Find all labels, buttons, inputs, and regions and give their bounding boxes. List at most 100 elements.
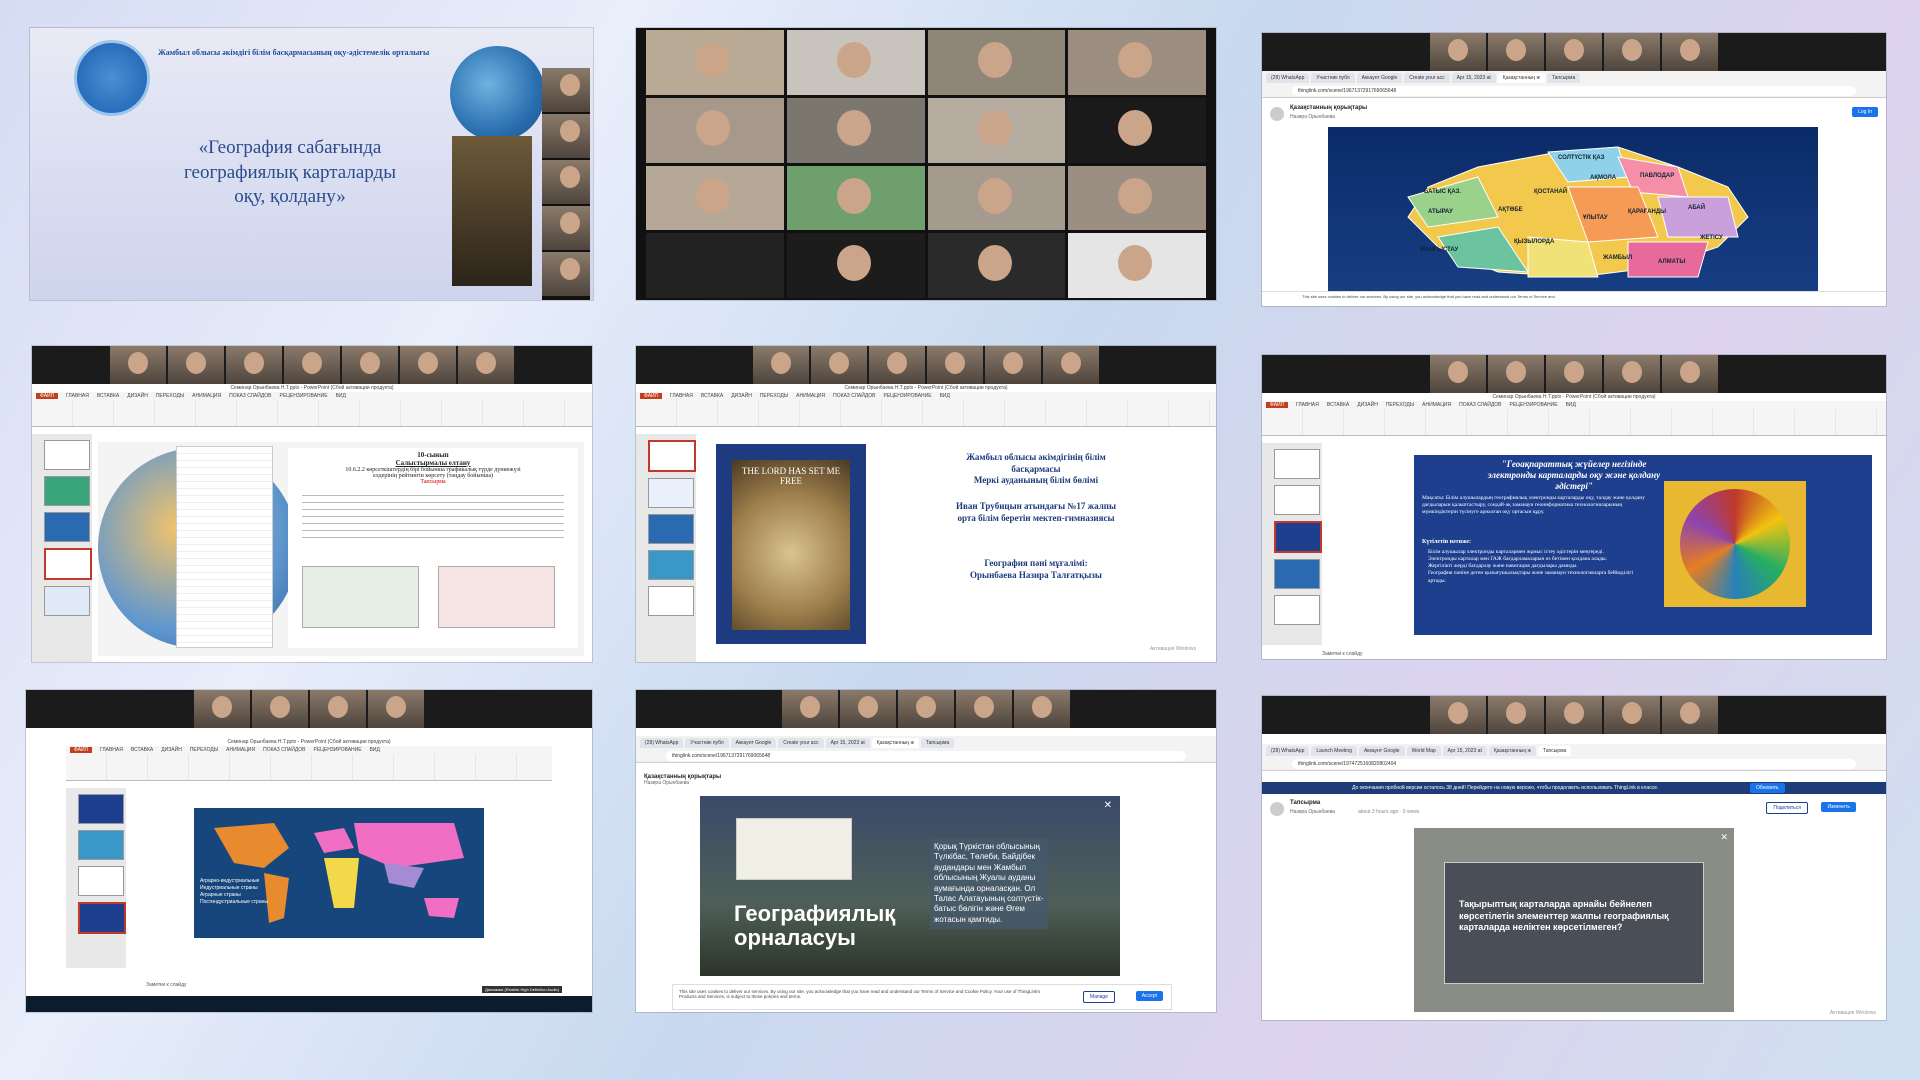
- browser-tab[interactable]: Аккаунт Google: [1356, 73, 1403, 83]
- slide-thumbnail[interactable]: [44, 476, 90, 506]
- slide-thumbnail[interactable]: [44, 440, 90, 470]
- close-icon[interactable]: ✕: [1104, 800, 1112, 811]
- login-button[interactable]: Log In: [1852, 107, 1878, 117]
- browser-tab[interactable]: Тапсырма: [920, 738, 955, 748]
- ppt-toolbar[interactable]: [636, 400, 1216, 426]
- menu-transitions[interactable]: ПЕРЕХОДЫ: [1386, 402, 1414, 408]
- menu-insert[interactable]: ВСТАВКА: [701, 393, 723, 399]
- menu-insert[interactable]: ВСТАВКА: [1327, 402, 1349, 408]
- menu-design[interactable]: ДИЗАЙН: [161, 747, 182, 753]
- browser-tab[interactable]: Участник публ: [685, 738, 729, 748]
- browser-tab[interactable]: (28) WhatsApp: [640, 738, 684, 748]
- video-tile: [1546, 696, 1602, 734]
- browser-tab[interactable]: Аккаунт Google: [1358, 746, 1405, 756]
- browser-tab[interactable]: Тапсырма: [1537, 746, 1572, 756]
- audio-device[interactable]: Динамики (Realtek High Definition Audio): [482, 986, 562, 993]
- slide-thumbnail[interactable]: [78, 794, 124, 824]
- browser-tab[interactable]: World Map: [1406, 746, 1441, 756]
- menu-home[interactable]: ГЛАВНАЯ: [100, 747, 123, 753]
- slide-thumbnail[interactable]: [648, 550, 694, 580]
- browser-tab[interactable]: Тапсырма: [1546, 73, 1581, 83]
- slide-thumbnail[interactable]: [78, 902, 126, 934]
- slide-thumbnail[interactable]: [44, 512, 90, 542]
- browser-tab[interactable]: (28) WhatsApp: [1266, 746, 1310, 756]
- menu-animation[interactable]: АНИМАЦИЯ: [1422, 402, 1451, 408]
- slide-thumbnail[interactable]: [1274, 521, 1322, 553]
- browser-tab[interactable]: Қазақстанның ж: [1497, 73, 1545, 83]
- slide-thumbnail[interactable]: [648, 586, 694, 616]
- menu-file[interactable]: ФАЙЛ: [70, 747, 92, 753]
- slide-thumbnail[interactable]: [1274, 595, 1320, 625]
- browser-tab[interactable]: Аккаунт Google: [730, 738, 777, 748]
- menu-design[interactable]: ДИЗАЙН: [1357, 402, 1378, 408]
- update-button[interactable]: Обновить: [1750, 783, 1785, 793]
- notes-bar[interactable]: Заметки к слайду: [146, 982, 187, 988]
- share-button[interactable]: Поделиться: [1766, 802, 1808, 814]
- slide-thumbnail[interactable]: [1274, 449, 1320, 479]
- menu-view[interactable]: ВИД: [370, 747, 380, 753]
- menu-slideshow[interactable]: ПОКАЗ СЛАЙДОВ: [263, 747, 305, 753]
- menu-animation[interactable]: АНИМАЦИЯ: [192, 393, 221, 399]
- browser-tab[interactable]: Create your acc: [1404, 73, 1450, 83]
- menu-view[interactable]: ВИД: [940, 393, 950, 399]
- browser-tab[interactable]: Қазақстанның ж: [871, 738, 919, 748]
- menu-transitions[interactable]: ПЕРЕХОДЫ: [156, 393, 184, 399]
- slide-thumbnail[interactable]: [78, 830, 124, 860]
- continent-shape: [324, 858, 359, 908]
- address-bar[interactable]: thinglink.com/scene/1967137291769065648: [666, 751, 1186, 761]
- kazakhstan-map: СОЛТҮСТІК ҚАЗ АҚМОЛА ПАВЛОДАР БАТЫС ҚАЗ.…: [1328, 127, 1818, 292]
- browser-tab[interactable]: Apr 15, 2023 at: [1442, 746, 1487, 756]
- menu-animation[interactable]: АНИМАЦИЯ: [796, 393, 825, 399]
- browser-tab[interactable]: Apr 15, 2023 at: [825, 738, 870, 748]
- menu-design[interactable]: ДИЗАЙН: [127, 393, 148, 399]
- slide-thumbnail[interactable]: [1274, 485, 1320, 515]
- menu-animation[interactable]: АНИМАЦИЯ: [226, 747, 255, 753]
- address-bar[interactable]: thinglink.com/scene/1974725160820802404: [1292, 759, 1856, 769]
- slide-thumbnail[interactable]: [44, 548, 92, 580]
- slide-thumbnail[interactable]: [648, 514, 694, 544]
- ppt-toolbar[interactable]: [32, 400, 592, 426]
- screen-video-gallery: [636, 28, 1216, 300]
- slide-thumbnail[interactable]: [1274, 559, 1320, 589]
- menu-slideshow[interactable]: ПОКАЗ СЛАЙДОВ: [1459, 402, 1501, 408]
- menu-file[interactable]: ФАЙЛ: [36, 393, 58, 399]
- browser-tab[interactable]: Create your acc: [778, 738, 824, 748]
- menu-review[interactable]: РЕЦЕНЗИРОВАНИЕ: [1509, 402, 1557, 408]
- menu-design[interactable]: ДИЗАЙН: [731, 393, 752, 399]
- browser-tab[interactable]: Apr 15, 2023 at: [1451, 73, 1496, 83]
- menu-review[interactable]: РЕЦЕНЗИРОВАНИЕ: [313, 747, 361, 753]
- slide-thumbnail[interactable]: [648, 478, 694, 508]
- address-bar[interactable]: thinglink.com/scene/1967137291769065648: [1292, 86, 1856, 96]
- menu-slideshow[interactable]: ПОКАЗ СЛАЙДОВ: [229, 393, 271, 399]
- menu-insert[interactable]: ВСТАВКА: [97, 393, 119, 399]
- slide-thumbnail[interactable]: [648, 440, 696, 472]
- menu-home[interactable]: ГЛАВНАЯ: [1296, 402, 1319, 408]
- browser-tab[interactable]: Қазақстанның ж: [1488, 746, 1536, 756]
- slide-thumbnail[interactable]: [78, 866, 124, 896]
- manage-button[interactable]: Manage: [1082, 991, 1115, 1003]
- accept-button[interactable]: Accept: [1135, 991, 1163, 1001]
- menu-file[interactable]: ФАЙЛ: [1266, 402, 1288, 408]
- video-tile: [927, 233, 1066, 298]
- menu-review[interactable]: РЕЦЕНЗИРОВАНИЕ: [883, 393, 931, 399]
- menu-insert[interactable]: ВСТАВКА: [131, 747, 153, 753]
- edit-button[interactable]: Изменить: [1821, 802, 1856, 812]
- menu-file[interactable]: ФАЙЛ: [640, 393, 662, 399]
- menu-slideshow[interactable]: ПОКАЗ СЛАЙДОВ: [833, 393, 875, 399]
- notes-bar[interactable]: Заметки к слайду: [1322, 651, 1363, 657]
- menu-view[interactable]: ВИД: [1566, 402, 1576, 408]
- menu-transitions[interactable]: ПЕРЕХОДЫ: [760, 393, 788, 399]
- ppt-toolbar[interactable]: [66, 754, 552, 780]
- browser-tab[interactable]: Launch Meeting: [1311, 746, 1357, 756]
- slide-thumbnail[interactable]: [44, 586, 90, 616]
- menu-home[interactable]: ГЛАВНАЯ: [670, 393, 693, 399]
- menu-review[interactable]: РЕЦЕНЗИРОВАНИЕ: [279, 393, 327, 399]
- close-icon[interactable]: ✕: [1720, 832, 1728, 843]
- ppt-toolbar[interactable]: [1262, 409, 1886, 435]
- menu-view[interactable]: ВИД: [336, 393, 346, 399]
- browser-tab[interactable]: (28) WhatsApp: [1266, 73, 1310, 83]
- menu-transitions[interactable]: ПЕРЕХОДЫ: [190, 747, 218, 753]
- menu-home[interactable]: ГЛАВНАЯ: [66, 393, 89, 399]
- browser-tab[interactable]: Участник публ: [1311, 73, 1355, 83]
- volume-level[interactable]: 51: [578, 986, 584, 992]
